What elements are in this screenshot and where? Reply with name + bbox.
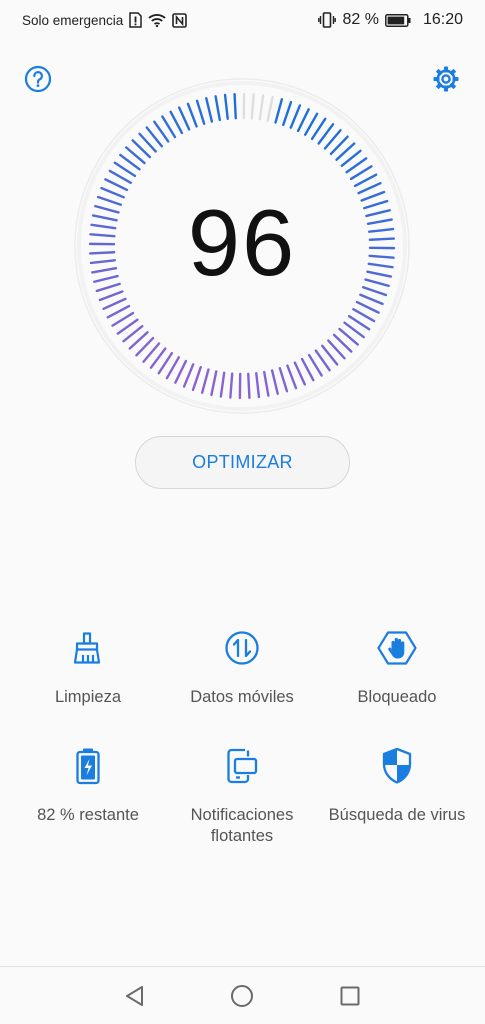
navigation-bar [0,966,485,1024]
clock: 16:20 [422,11,463,28]
nfc-icon [172,12,188,28]
tile-battery[interactable]: 82 % restante [7,746,169,826]
tile-label: Bloqueado [357,688,437,706]
tile-floating-notifications[interactable]: Notificaciones flotantes [161,746,323,847]
tile-label: Búsqueda de virus [328,806,466,824]
back-icon [126,986,143,1006]
tile-virus-scan[interactable]: Búsqueda de virus [316,746,478,826]
tile-blocked[interactable]: Bloqueado [316,628,478,708]
shield-icon [377,746,417,786]
status-left: Solo emergencia [22,12,188,28]
floating-notification-icon [222,746,262,786]
recent-apps-icon [340,986,360,1006]
sim-alert-icon [129,12,143,28]
gear-icon [433,66,459,92]
help-circle-icon [24,65,52,93]
tile-label: Datos móviles [190,688,294,706]
back-button[interactable] [122,983,148,1009]
vibrate-icon [318,12,337,28]
broom-icon [68,628,108,668]
optimize-button[interactable]: OPTIMIZAR [135,436,350,489]
block-hand-icon [377,628,417,668]
tile-label: Notificaciones flotantes [190,806,294,845]
wifi-icon [148,13,166,27]
settings-button[interactable] [431,64,461,94]
battery-percent: 82 % [342,11,379,28]
tile-cleanup[interactable]: Limpieza [7,628,169,708]
help-button[interactable] [23,64,53,94]
battery-charge-icon [68,746,108,786]
score-dial: 96 [72,76,412,416]
carrier-text: Solo emergencia [22,12,124,28]
status-right: 82 % 16:20 [318,11,463,29]
recent-apps-button[interactable] [337,983,363,1009]
battery-icon [385,13,411,27]
tile-label: Limpieza [54,688,122,706]
tile-mobile-data[interactable]: Datos móviles [161,628,323,708]
status-bar: Solo emergencia 82 % 16:20 [0,0,485,40]
score-value: 96 [187,190,297,295]
home-button[interactable] [229,983,255,1009]
data-transfer-icon [222,628,262,668]
tile-label: 82 % restante [37,806,139,824]
home-icon [231,985,253,1007]
